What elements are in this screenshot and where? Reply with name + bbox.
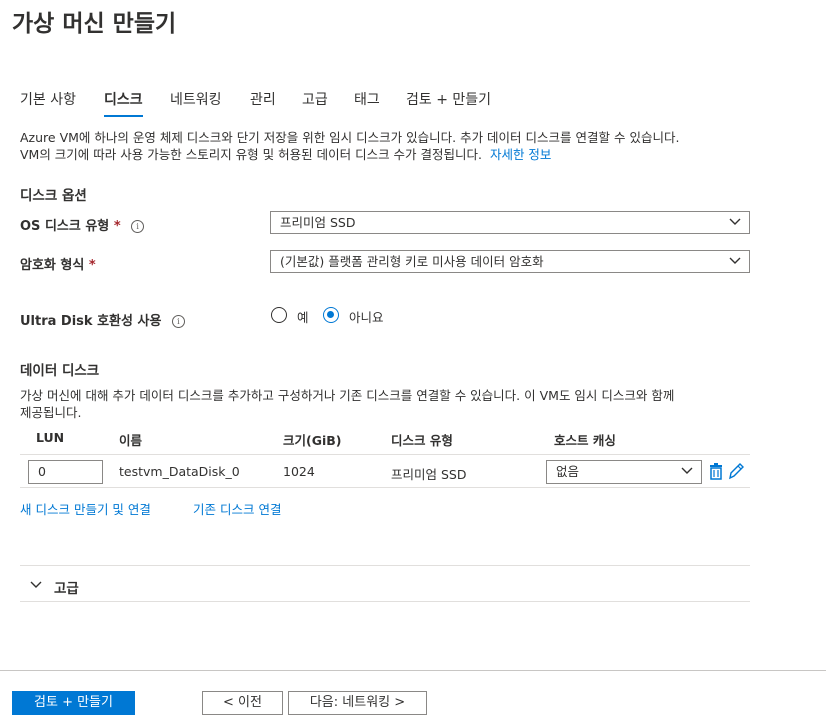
required-mark: * [88,258,96,273]
ultra-disk-label: Ultra Disk 호환성 사용 i [20,310,185,329]
column-header-host-caching: 호스트 캐싱 [554,433,616,448]
tab-advanced[interactable]: 고급 [302,89,328,115]
column-header-name: 이름 [119,433,143,448]
tab-disks[interactable]: 디스크 [104,89,143,117]
host-caching-value: 없음 [556,464,580,479]
review-create-button[interactable]: 검토 + 만들기 [12,691,135,715]
intro-line-2: VM의 크기에 따라 사용 가능한 스토리지 유형 및 허용된 데이터 디스크 … [20,146,780,163]
tab-review-create[interactable]: 검토 + 만들기 [406,89,491,115]
ultra-disk-yes-label: 예 [297,310,309,325]
tab-management[interactable]: 관리 [250,89,276,115]
encryption-type-label: 암호화 형식 * [20,254,96,273]
encryption-type-select[interactable]: (기본값) 플랫폼 관리형 키로 미사용 데이터 암호화 [270,250,750,273]
attach-existing-disk-link[interactable]: 기존 디스크 연결 [193,499,281,518]
chevron-down-icon [729,257,741,264]
disk-size-cell: 1024 [283,464,315,479]
lun-input[interactable]: 0 [28,460,103,484]
disk-type-cell: 프리미엄 SSD [391,467,467,482]
column-header-lun: LUN [36,430,65,445]
required-mark: * [113,219,121,234]
learn-more-link[interactable]: 자세한 정보 [490,147,551,162]
data-disks-description: 가상 머신에 대해 추가 데이터 디스크를 추가하고 구성하거나 기존 디스크를… [20,387,780,421]
intro-text: Azure VM에 하나의 운영 체제 디스크와 단기 저장을 위한 임시 디스… [20,129,780,163]
ultra-disk-label-text: Ultra Disk 호환성 사용 [20,314,162,329]
info-icon[interactable]: i [171,315,185,328]
ultra-disk-yes-radio[interactable] [271,307,287,323]
table-header-divider [20,454,750,455]
ultra-disk-no-label: 아니요 [349,310,384,325]
column-header-disk-type: 디스크 유형 [391,433,453,448]
next-button[interactable]: 다음: 네트워킹 > [288,691,427,715]
create-attach-disk-link[interactable]: 새 디스크 만들기 및 연결 [20,499,151,518]
intro-line-2-text: VM의 크기에 따라 사용 가능한 스토리지 유형 및 허용된 데이터 디스크 … [20,147,482,162]
info-icon[interactable]: i [131,220,145,233]
chevron-down-icon [729,218,741,225]
os-disk-type-value: 프리미엄 SSD [280,215,356,230]
chevron-down-icon [681,467,693,474]
chevron-down-icon [30,581,42,588]
tab-networking[interactable]: 네트워킹 [170,89,222,115]
data-disks-description-line-1: 가상 머신에 대해 추가 데이터 디스크를 추가하고 구성하거나 기존 디스크를… [20,388,675,403]
footer-divider [0,670,826,671]
advanced-bottom-divider [20,601,750,602]
data-disks-description-line-2: 제공됩니다. [20,405,82,420]
page-title: 가상 머신 만들기 [12,11,177,37]
edit-pencil-icon[interactable] [728,462,745,480]
delete-icon[interactable] [709,463,723,480]
encryption-type-label-text: 암호화 형식 [20,258,85,273]
disk-name-cell: testvm_DataDisk_0 [119,464,240,479]
tab-tags[interactable]: 태그 [354,89,380,115]
os-disk-type-label-text: OS 디스크 유형 [20,219,110,234]
intro-line-1: Azure VM에 하나의 운영 체제 디스크와 단기 저장을 위한 임시 디스… [20,130,680,145]
host-caching-select[interactable]: 없음 [546,460,702,484]
tab-basics[interactable]: 기본 사항 [20,89,76,115]
disk-options-heading: 디스크 옵션 [20,188,87,204]
ultra-disk-no-radio[interactable] [323,307,339,323]
os-disk-type-label: OS 디스크 유형 * i [20,215,145,234]
previous-button[interactable]: < 이전 [202,691,283,715]
data-disks-heading: 데이터 디스크 [20,363,100,379]
advanced-top-divider [20,565,750,566]
table-row-divider [20,487,750,488]
advanced-section-label: 고급 [54,581,79,597]
os-disk-type-select[interactable]: 프리미엄 SSD [270,211,750,234]
column-header-size: 크기(GiB) [283,433,342,448]
encryption-type-value: (기본값) 플랫폼 관리형 키로 미사용 데이터 암호화 [280,254,544,269]
